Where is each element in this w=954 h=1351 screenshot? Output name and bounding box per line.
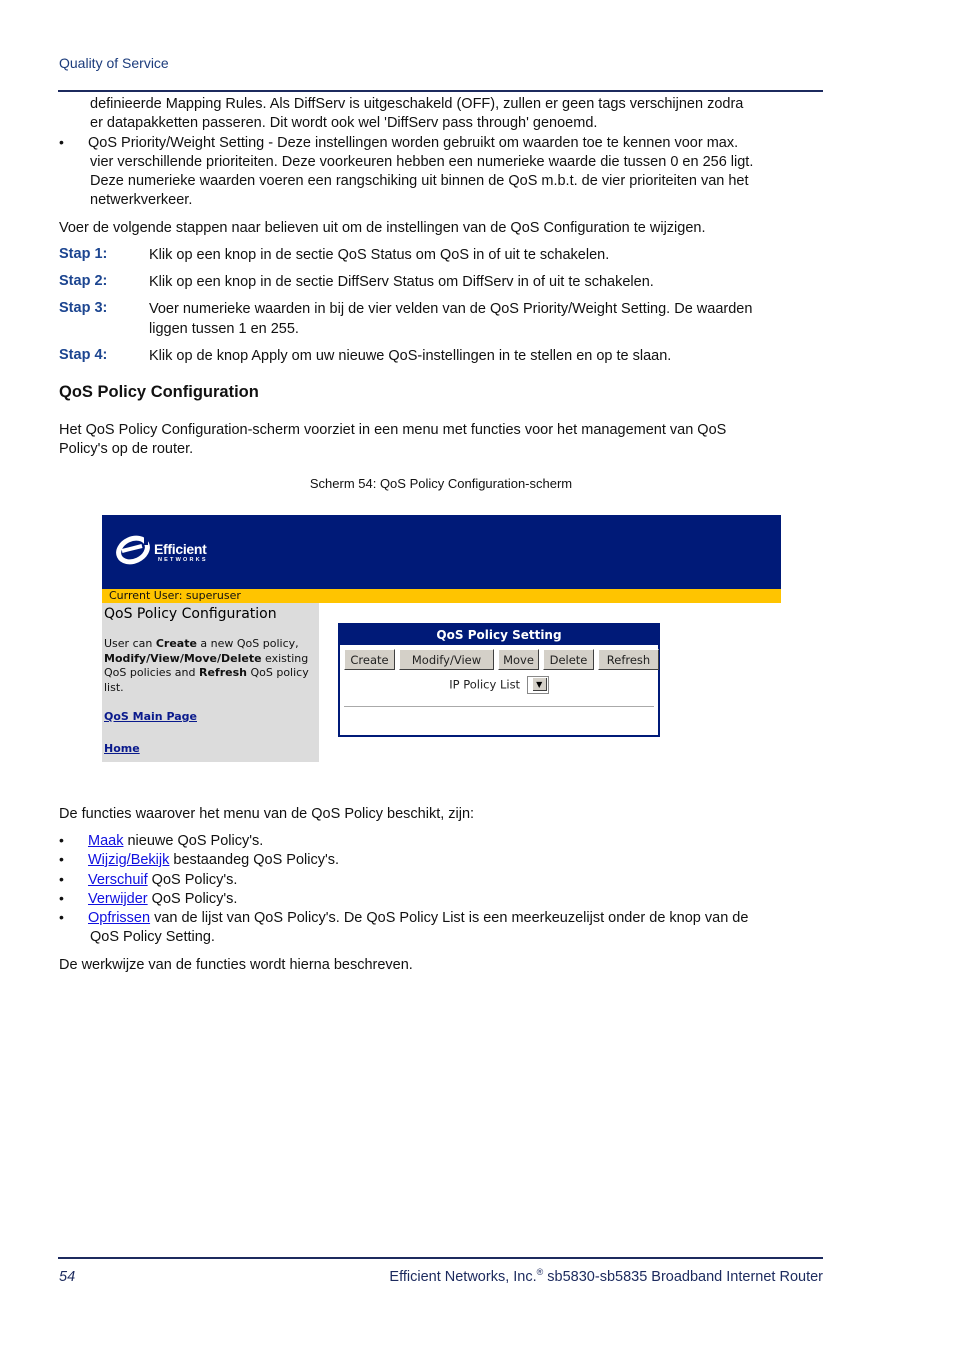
function-item-text: nieuwe QoS Policy's. bbox=[123, 833, 264, 849]
modify-view-button[interactable]: Modify/View bbox=[399, 649, 494, 670]
desc-modify-view-move-delete: Modify/View/Move/Delete bbox=[104, 651, 262, 665]
panel-title: QoS Policy Setting bbox=[340, 625, 658, 645]
function-item-refresh-cont: QoS Policy Setting. bbox=[90, 929, 215, 945]
desc-text: User can bbox=[104, 637, 156, 650]
page-number: 54 bbox=[59, 1269, 76, 1285]
home-link[interactable]: Home bbox=[104, 742, 140, 755]
step-3-text: Voer numerieke waarden in bij de vier ve… bbox=[149, 301, 753, 317]
step-3-text-cont: liggen tussen 1 en 255. bbox=[149, 321, 299, 337]
function-item-text: bestaandeg QoS Policy's. bbox=[169, 852, 339, 868]
function-item-text: QoS Policy's. bbox=[147, 872, 238, 888]
bullet-priority-line-3: Deze numerieke waarden voeren een rangsc… bbox=[90, 173, 749, 189]
desc-text: a new QoS policy, bbox=[196, 637, 299, 650]
efficient-networks-logo: Efficient NETWORKS bbox=[116, 533, 226, 573]
bullet-icon: • bbox=[59, 851, 64, 867]
function-item-refresh: Opfrissen van de lijst van QoS Policy's.… bbox=[88, 909, 748, 928]
function-item-move: Verschuif QoS Policy's. bbox=[88, 871, 237, 890]
desc-text: QoS policy bbox=[246, 666, 309, 679]
footer-rule bbox=[58, 1257, 823, 1259]
section-para-line-2: Policy's op de router. bbox=[59, 441, 194, 457]
brand-subtitle: NETWORKS bbox=[158, 557, 208, 563]
button-row: Create Modify/View Move Delete Refresh bbox=[344, 649, 659, 670]
function-item-create: Maak nieuwe QoS Policy's. bbox=[88, 832, 263, 851]
ip-policy-list-label: IP Policy List bbox=[449, 677, 521, 692]
figure-caption: Scherm 54: QoS Policy Configuration-sche… bbox=[309, 476, 573, 491]
footer-company: Efficient Networks, Inc. bbox=[389, 1268, 537, 1285]
step-4-text: Klik op de knop Apply om uw nieuwe QoS-i… bbox=[149, 348, 672, 364]
step-4-label: Stap 4: bbox=[59, 347, 108, 363]
function-item-text: QoS Policy's. bbox=[147, 891, 238, 907]
desc-text: list. bbox=[104, 680, 124, 694]
function-item-modify: Wijzig/Bekijk bestaandeg QoS Policy's. bbox=[88, 851, 339, 870]
section-para-line-1: Het QoS Policy Configuration-scherm voor… bbox=[59, 422, 727, 438]
create-button[interactable]: Create bbox=[344, 649, 395, 670]
desc-text: QoS policies and bbox=[104, 666, 199, 679]
qos-policy-setting-panel: QoS Policy Setting Create Modify/View Mo… bbox=[338, 623, 660, 737]
wijzig-bekijk-link[interactable]: Wijzig/Bekijk bbox=[88, 852, 169, 868]
qos-policy-screenshot: Efficient NETWORKS Current User: superus… bbox=[102, 515, 781, 762]
desc-text: existing bbox=[261, 651, 309, 665]
qos-main-page-link[interactable]: QoS Main Page bbox=[104, 710, 197, 723]
chevron-down-icon[interactable]: ▼ bbox=[532, 678, 547, 691]
left-panel-title: QoS Policy Configuration bbox=[104, 606, 277, 622]
function-item-text: van de lijst van QoS Policy's. De QoS Po… bbox=[150, 910, 749, 926]
left-info-panel: QoS Policy Configuration User can Create… bbox=[102, 603, 319, 762]
ip-policy-list-select[interactable]: ▼ bbox=[526, 676, 549, 694]
bullet-icon: • bbox=[59, 832, 64, 848]
functions-outro: De werkwijze van de functies wordt hiern… bbox=[59, 957, 413, 973]
bullet-icon: • bbox=[59, 871, 64, 887]
left-panel-description: User can Create a new QoS policy, Modify… bbox=[104, 637, 316, 695]
maak-link[interactable]: Maak bbox=[88, 833, 123, 849]
step-3-label: Stap 3: bbox=[59, 300, 108, 316]
bullet-icon: • bbox=[59, 890, 64, 906]
move-button[interactable]: Move bbox=[498, 649, 539, 670]
panel-divider bbox=[344, 706, 654, 707]
steps-intro: Voer de volgende stappen naar believen u… bbox=[59, 220, 706, 236]
intro-continued-line-1: definieerde Mapping Rules. Als DiffServ … bbox=[90, 96, 744, 112]
verschuif-link[interactable]: Verschuif bbox=[88, 872, 148, 888]
current-user-bar: Current User: superuser bbox=[102, 589, 781, 603]
opfrissen-link[interactable]: Opfrissen bbox=[88, 910, 150, 926]
desc-create: Create bbox=[155, 637, 197, 650]
step-2-text: Klik op een knop in de sectie DiffServ S… bbox=[149, 274, 654, 290]
footer-product-name: sb5830-sb5835 Broadband Internet Router bbox=[543, 1268, 823, 1285]
running-header-title: Quality of Service bbox=[59, 55, 169, 71]
delete-button[interactable]: Delete bbox=[543, 649, 594, 670]
bullet-icon: • bbox=[59, 909, 64, 925]
verwijder-link[interactable]: Verwijder bbox=[88, 891, 148, 907]
footer-product: Efficient Networks, Inc.® sb5830-sb5835 … bbox=[389, 1267, 823, 1285]
bullet-priority-line-4: netwerkverkeer. bbox=[90, 192, 193, 208]
header-rule bbox=[58, 90, 823, 92]
ip-policy-list-row: IP Policy List ▼ bbox=[340, 676, 658, 694]
section-heading: QoS Policy Configuration bbox=[59, 383, 259, 401]
intro-continued-line-2: er datapakketten passeren. Dit wordt ook… bbox=[90, 115, 598, 131]
brand-banner: Efficient NETWORKS bbox=[102, 515, 781, 589]
bullet-priority-line-1: QoS Priority/Weight Setting - Deze inste… bbox=[88, 135, 739, 151]
function-item-delete: Verwijder QoS Policy's. bbox=[88, 890, 237, 909]
step-1-text: Klik op een knop in de sectie QoS Status… bbox=[149, 247, 610, 263]
functions-intro: De functies waarover het menu van de QoS… bbox=[59, 806, 475, 822]
brand-name: Efficient bbox=[154, 541, 207, 557]
refresh-button[interactable]: Refresh bbox=[598, 649, 659, 670]
step-1-label: Stap 1: bbox=[59, 246, 108, 262]
step-2-label: Stap 2: bbox=[59, 273, 108, 289]
desc-refresh: Refresh bbox=[198, 666, 247, 679]
bullet-icon: • bbox=[59, 134, 64, 150]
bullet-priority-line-2: vier verschillende prioriteiten. Deze vo… bbox=[90, 154, 754, 170]
